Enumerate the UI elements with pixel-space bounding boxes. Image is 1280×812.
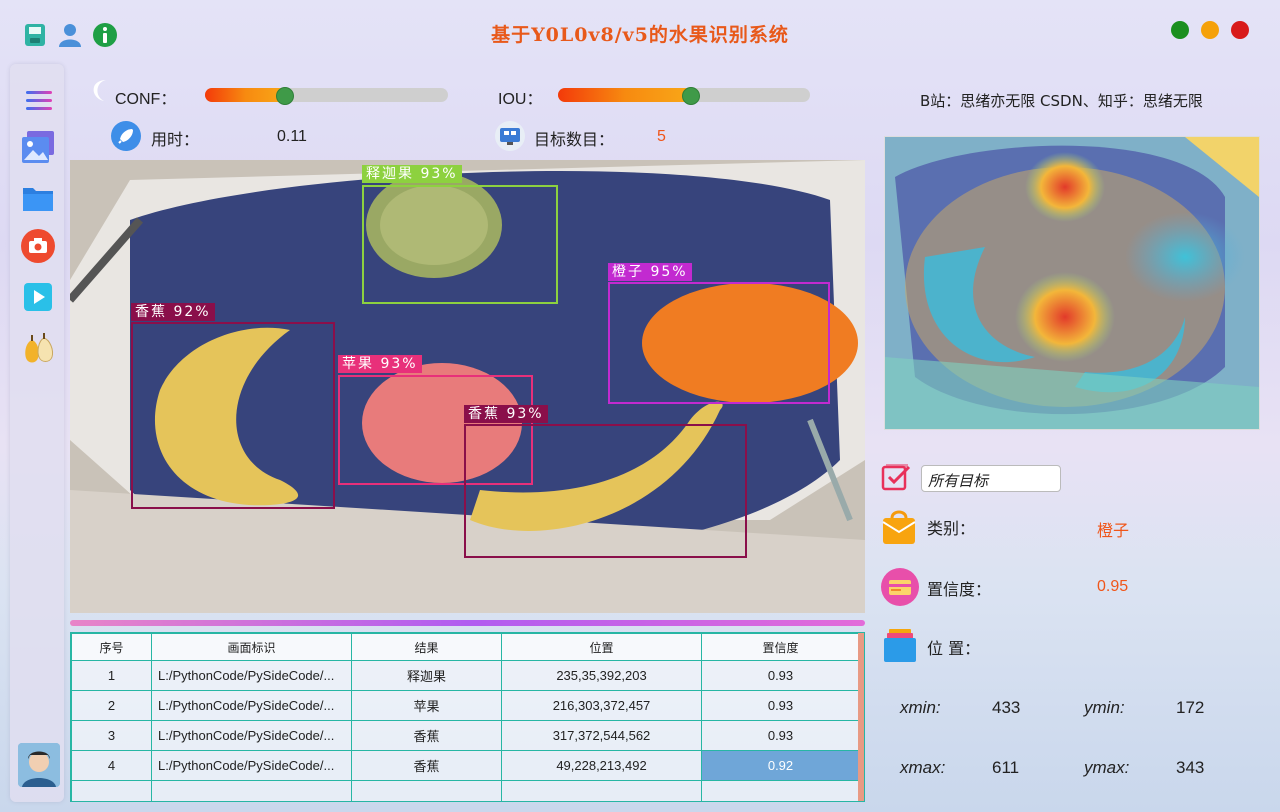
close-button[interactable]	[1231, 21, 1249, 39]
table-header[interactable]: 序号	[71, 633, 152, 661]
table-row[interactable]: 3 L:/PythonCode/PySideCode/... 香蕉 317,37…	[71, 720, 860, 751]
rocket-icon	[110, 120, 142, 152]
table-cell[interactable]	[701, 780, 860, 801]
table-header[interactable]: 结果	[351, 633, 502, 661]
table-cell[interactable]: 3	[71, 720, 152, 751]
ymin-label: ymin:	[1084, 698, 1125, 717]
results-table[interactable]: 序号 画面标识 结果 位置 置信度 1 L:/PythonCode/PySide…	[70, 632, 865, 802]
table-cell[interactable]: 1	[71, 660, 152, 691]
table-cell[interactable]: 苹果	[351, 690, 502, 721]
target-select[interactable]: 所有目标	[921, 465, 1061, 492]
moon-icon	[92, 78, 114, 104]
iou-slider-handle[interactable]	[682, 87, 700, 105]
xmax-value: 611	[992, 758, 1020, 777]
time-label: 用时：	[151, 132, 200, 149]
monitor-icon	[494, 120, 526, 152]
table-cell[interactable]	[151, 780, 352, 801]
progress-bar	[70, 620, 865, 626]
table-cell[interactable]	[351, 780, 502, 801]
time-value: 0.11	[277, 128, 307, 145]
camera-icon[interactable]	[20, 228, 56, 264]
table-cell[interactable]: 香蕉	[351, 720, 502, 751]
target-select-value: 所有目标	[928, 472, 989, 490]
image-icon[interactable]	[20, 129, 56, 165]
table-cell[interactable]: L:/PythonCode/PySideCode/...	[151, 660, 352, 691]
xmin-value: 433	[992, 698, 1021, 717]
confidence-value: 0.95	[1097, 578, 1129, 595]
table-cell[interactable]: 0.93	[701, 720, 860, 751]
iou-label: IOU：	[498, 91, 543, 108]
table-cell[interactable]: 235,35,392,203	[501, 660, 702, 691]
table-cell-selected[interactable]: 0.92	[701, 750, 860, 781]
credit-text: B站：思绪亦无限 CSDN、知乎：思绪无限	[920, 92, 1203, 110]
conf-label: CONF：	[115, 91, 177, 108]
app-title: 基于Y0L0v8/v5的水果识别系统	[491, 24, 789, 46]
checklist-icon	[881, 463, 913, 493]
xmin-label: xmin:	[900, 698, 941, 717]
iou-slider-fill	[558, 88, 692, 102]
table-row[interactable]: 4 L:/PythonCode/PySideCode/... 香蕉 49,228…	[71, 750, 860, 781]
maximize-button[interactable]	[1171, 21, 1189, 39]
conf-slider-fill	[205, 88, 286, 102]
count-value: 5	[657, 128, 666, 145]
xmax-label: xmax:	[900, 758, 946, 777]
sidebar	[10, 64, 64, 802]
count-label: 目标数目：	[534, 132, 615, 149]
table-cell[interactable]: 0.93	[701, 690, 860, 721]
position-label: 位 置：	[927, 639, 981, 658]
table-row[interactable]	[71, 780, 860, 801]
menu-icon[interactable]	[20, 82, 56, 118]
ymax-label: ymax:	[1084, 758, 1130, 777]
detection-label: 橙子 95%	[608, 263, 692, 281]
detection-box	[131, 322, 335, 509]
table-cell[interactable]: 4	[71, 750, 152, 781]
table-cell[interactable]: 317,372,544,562	[501, 720, 702, 751]
ymin-value: 172	[1176, 698, 1205, 717]
table-cell[interactable]: 216,303,372,457	[501, 690, 702, 721]
class-label: 类别：	[927, 519, 976, 538]
table-header[interactable]: 置信度	[701, 633, 860, 661]
table-header[interactable]: 画面标识	[151, 633, 352, 661]
table-scrollbar[interactable]	[858, 633, 864, 801]
table-cell[interactable]: 香蕉	[351, 750, 502, 781]
heatmap-image	[884, 136, 1260, 430]
detection-label: 苹果 93%	[338, 355, 422, 373]
table-cell[interactable]: 释迦果	[351, 660, 502, 691]
table-cell[interactable]	[501, 780, 702, 801]
class-value: 橙子	[1097, 523, 1130, 540]
table-header-row: 序号 画面标识 结果 位置 置信度	[71, 633, 860, 661]
fruit-icon[interactable]	[20, 330, 56, 366]
conf-slider[interactable]	[205, 87, 448, 105]
detection-label: 释迦果 93%	[362, 165, 462, 183]
shopping-bag-icon	[881, 508, 917, 546]
table-row[interactable]: 2 L:/PythonCode/PySideCode/... 苹果 216,30…	[71, 690, 860, 721]
table-cell[interactable]: 2	[71, 690, 152, 721]
confidence-icon	[880, 567, 920, 607]
table-cell[interactable]: 0.93	[701, 660, 860, 691]
detection-box	[464, 424, 747, 558]
avatar[interactable]	[18, 743, 60, 787]
ymax-value: 343	[1176, 758, 1205, 777]
conf-slider-handle[interactable]	[276, 87, 294, 105]
table-cell[interactable]	[71, 780, 152, 801]
iou-slider[interactable]	[558, 87, 810, 105]
table-row[interactable]: 1 L:/PythonCode/PySideCode/... 释迦果 235,3…	[71, 660, 860, 691]
confidence-label: 置信度：	[927, 580, 992, 599]
table-cell[interactable]: L:/PythonCode/PySideCode/...	[151, 720, 352, 751]
video-icon[interactable]	[20, 279, 56, 315]
minimize-button[interactable]	[1201, 21, 1219, 39]
detection-label: 香蕉 92%	[131, 303, 215, 321]
position-icon	[883, 627, 917, 663]
detection-label: 香蕉 93%	[464, 405, 548, 423]
table-cell[interactable]: 49,228,213,492	[501, 750, 702, 781]
detection-box	[608, 282, 830, 404]
table-cell[interactable]: L:/PythonCode/PySideCode/...	[151, 690, 352, 721]
table-cell[interactable]: L:/PythonCode/PySideCode/...	[151, 750, 352, 781]
detection-image: 释迦果 93% 橙子 95% 香蕉 92% 苹果 93% 香蕉 93%	[70, 160, 865, 613]
table-header[interactable]: 位置	[501, 633, 702, 661]
detection-box	[362, 185, 558, 304]
folder-icon[interactable]	[20, 180, 56, 216]
